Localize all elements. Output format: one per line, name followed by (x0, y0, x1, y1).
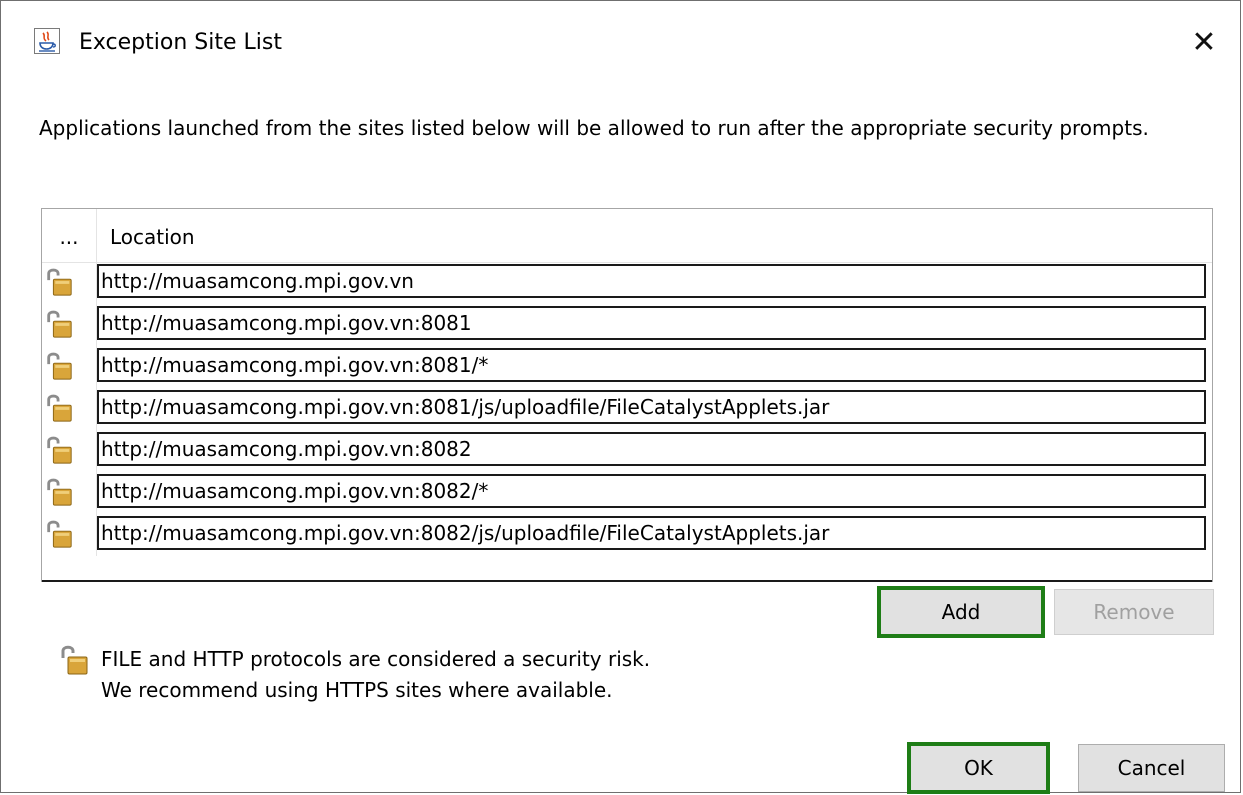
column-header-location[interactable]: Location (110, 209, 195, 262)
exception-site-list-dialog: Exception Site List ✕ Applications launc… (0, 0, 1242, 794)
table-row[interactable]: http://muasamcong.mpi.gov.vn:8082/* (42, 472, 1212, 510)
warning-line-1: FILE and HTTP protocols are considered a… (101, 647, 651, 671)
unlocked-padlock-icon (44, 477, 94, 511)
location-cell[interactable]: http://muasamcong.mpi.gov.vn:8082/* (97, 474, 1206, 508)
unlocked-padlock-icon (59, 644, 89, 676)
exception-site-table[interactable]: ... Location http://muasamcong.mpi.gov.v… (41, 208, 1213, 582)
unlocked-padlock-icon (44, 519, 94, 553)
column-header-icon[interactable]: ... (42, 209, 97, 262)
unlocked-padlock-icon (44, 309, 94, 343)
title-bar: Exception Site List ✕ (1, 1, 1242, 79)
table-row[interactable]: http://muasamcong.mpi.gov.vn:8082/js/upl… (42, 514, 1212, 552)
unlocked-padlock-icon (44, 267, 94, 301)
unlocked-padlock-icon (44, 393, 94, 427)
description-text: Applications launched from the sites lis… (39, 116, 1149, 140)
table-row[interactable]: http://muasamcong.mpi.gov.vn:8081 (42, 304, 1212, 342)
table-row[interactable]: http://muasamcong.mpi.gov.vn (42, 262, 1212, 300)
warning-line-2: We recommend using HTTPS sites where ava… (101, 678, 613, 702)
location-cell[interactable]: http://muasamcong.mpi.gov.vn:8082/js/upl… (97, 516, 1206, 550)
java-icon (34, 28, 60, 54)
location-cell[interactable]: http://muasamcong.mpi.gov.vn:8082 (97, 432, 1206, 466)
ok-button[interactable]: OK (907, 742, 1050, 794)
location-cell[interactable]: http://muasamcong.mpi.gov.vn:8081/* (97, 348, 1206, 382)
unlocked-padlock-icon (44, 351, 94, 385)
unlocked-padlock-icon (44, 435, 94, 469)
table-row[interactable]: http://muasamcong.mpi.gov.vn:8081/js/upl… (42, 388, 1212, 426)
table-bottom-border (42, 580, 1212, 582)
cancel-button[interactable]: Cancel (1078, 744, 1225, 792)
table-row[interactable]: http://muasamcong.mpi.gov.vn:8081/* (42, 346, 1212, 384)
table-row[interactable]: http://muasamcong.mpi.gov.vn:8082 (42, 430, 1212, 468)
security-warning: FILE and HTTP protocols are considered a… (101, 644, 650, 706)
remove-button[interactable]: Remove (1054, 589, 1214, 635)
window-title: Exception Site List (79, 30, 282, 55)
add-button[interactable]: Add (877, 586, 1045, 638)
close-icon[interactable]: ✕ (1184, 23, 1224, 63)
location-cell[interactable]: http://muasamcong.mpi.gov.vn:8081 (97, 306, 1206, 340)
location-cell[interactable]: http://muasamcong.mpi.gov.vn (97, 264, 1206, 298)
table-header: ... Location (42, 209, 1212, 263)
location-cell[interactable]: http://muasamcong.mpi.gov.vn:8081/js/upl… (97, 390, 1206, 424)
